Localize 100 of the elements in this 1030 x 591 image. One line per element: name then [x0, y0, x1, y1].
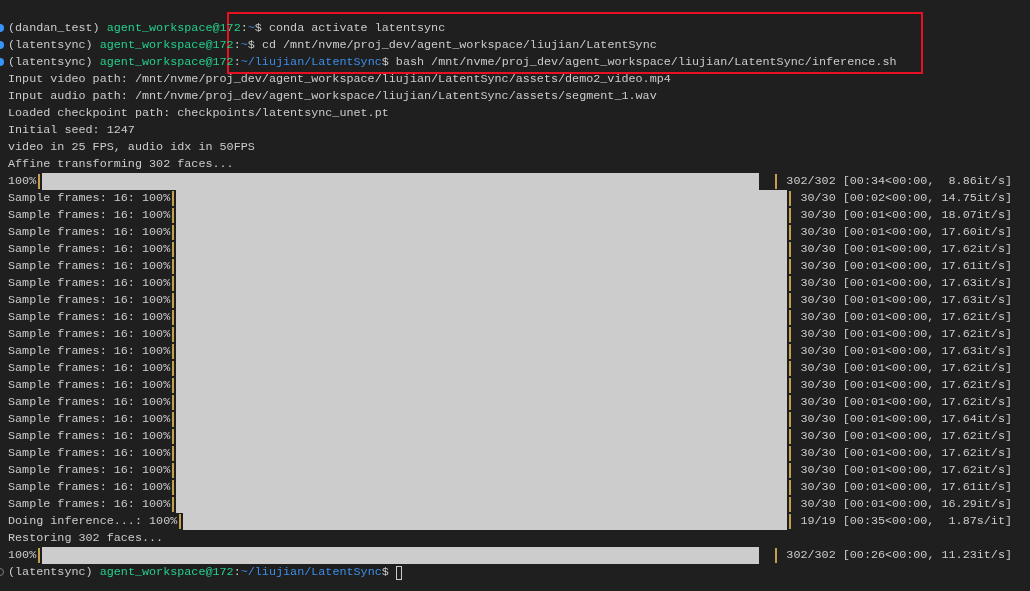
progress-label: Sample frames: 16: 100%: [8, 275, 171, 292]
bar-edge: [789, 446, 792, 461]
prompt-symbol: $: [381, 564, 389, 581]
bar-edge: [789, 310, 792, 325]
bar-edge: [789, 463, 792, 478]
bar-edge: [38, 174, 41, 189]
env-name: (latentsync): [8, 564, 93, 581]
progress-stats: 30/30 [00:01<00:00, 17.62it/s]: [800, 428, 1012, 445]
progress-stats: 19/19 [00:35<00:00, 1.87s/it]: [800, 513, 1012, 530]
bar-edge: [172, 429, 175, 444]
progress-stats: 30/30 [00:01<00:00, 17.61it/s]: [800, 479, 1012, 496]
progress-stats: 30/30 [00:01<00:00, 17.62it/s]: [800, 241, 1012, 258]
bar-edge: [172, 327, 175, 342]
progress-label: Sample frames: 16: 100%: [8, 394, 171, 411]
progress-label: Sample frames: 16: 100%: [8, 309, 171, 326]
progress-stats: 30/30 [00:01<00:00, 17.63it/s]: [800, 292, 1012, 309]
bar-edge: [789, 242, 792, 257]
bar-edge: [789, 361, 792, 376]
progress-stats: 30/30 [00:01<00:00, 17.64it/s]: [800, 411, 1012, 428]
bar-edge: [789, 395, 792, 410]
progress-stats: 30/30 [00:01<00:00, 17.62it/s]: [800, 462, 1012, 479]
prompt-separator: :: [240, 20, 248, 37]
bar-edge: [789, 276, 792, 291]
progress-label: Sample frames: 16: 100%: [8, 190, 171, 207]
progress-stats: 302/302 [00:34<00:00, 8.86it/s]: [786, 173, 1012, 190]
bar-edge: [775, 548, 778, 563]
progress-stats: 30/30 [00:02<00:00, 14.75it/s]: [800, 190, 1012, 207]
progress-label: Sample frames: 16: 100%: [8, 207, 171, 224]
progress-label: Sample frames: 16: 100%: [8, 462, 171, 479]
bar-edge: [789, 429, 792, 444]
bar-edge: [172, 293, 175, 308]
progress-stats: 30/30 [00:01<00:00, 17.62it/s]: [800, 309, 1012, 326]
output-text: Input video path: /mnt/nvme/proj_dev/agent_workspace/liujian/LatentSync/assets/demo2_video.mp4: [8, 71, 671, 88]
progress-label: Sample frames: 16: 100%: [8, 360, 171, 377]
bar-edge: [775, 174, 778, 189]
progress-stats: 30/30 [00:01<00:00, 17.61it/s]: [800, 258, 1012, 275]
bar-edge: [789, 344, 792, 359]
bar-edge: [172, 276, 175, 291]
output-text: Loaded checkpoint path: checkpoints/latentsync_unet.pt: [8, 105, 389, 122]
bar-edge: [172, 344, 175, 359]
bar-edge: [789, 412, 792, 427]
bar-edge: [172, 412, 175, 427]
env-name: (latentsync): [8, 37, 93, 54]
bar-edge: [172, 310, 175, 325]
output-text: Input audio path: /mnt/nvme/proj_dev/agent_workspace/liujian/LatentSync/assets/segment_1.wav: [8, 88, 657, 105]
progress-stats: 30/30 [00:01<00:00, 17.62it/s]: [800, 360, 1012, 377]
prompt-symbol: $: [247, 37, 255, 54]
progress-label: 100%: [8, 547, 37, 564]
progress-stats: 30/30 [00:01<00:00, 17.63it/s]: [800, 343, 1012, 360]
bar-edge: [789, 293, 792, 308]
bar-edge: [172, 191, 175, 206]
prompt-path: ~: [240, 37, 248, 54]
progress-stats: 30/30 [00:01<00:00, 17.62it/s]: [800, 445, 1012, 462]
bar-edge: [789, 191, 792, 206]
progress-label: Sample frames: 16: 100%: [8, 258, 171, 275]
bar-edge: [179, 514, 182, 529]
prompt-separator: :: [233, 37, 241, 54]
progress-label: Sample frames: 16: 100%: [8, 377, 171, 394]
progress-label: Sample frames: 16: 100%: [8, 411, 171, 428]
prompt-path: ~/liujian/LatentSync: [240, 54, 382, 71]
output-text: Affine transforming 302 faces...: [8, 156, 234, 173]
bar-edge: [789, 480, 792, 495]
progress-label: Sample frames: 16: 100%: [8, 428, 171, 445]
prompt-separator: :: [233, 54, 241, 71]
progress-stats: 30/30 [00:01<00:00, 17.60it/s]: [800, 224, 1012, 241]
prompt-symbol: $: [254, 20, 262, 37]
progress-label: Sample frames: 16: 100%: [8, 496, 171, 513]
bar-edge: [789, 259, 792, 274]
progress-stats: 30/30 [00:01<00:00, 17.62it/s]: [800, 377, 1012, 394]
output-text: Initial seed: 1247: [8, 122, 135, 139]
progress-label: Sample frames: 16: 100%: [8, 224, 171, 241]
bar-edge: [172, 259, 175, 274]
bar-edge: [172, 463, 175, 478]
prompt-symbol: $: [381, 54, 389, 71]
command-text: conda activate latentsync: [268, 20, 446, 37]
bar-edge: [789, 327, 792, 342]
progress-stats: 302/302 [00:26<00:00, 11.23it/s]: [786, 547, 1012, 564]
progress-stats: 30/30 [00:01<00:00, 17.62it/s]: [800, 326, 1012, 343]
progress-stats: 30/30 [00:01<00:00, 18.07it/s]: [800, 207, 1012, 224]
user-host: agent_workspace@172: [99, 564, 234, 581]
output-text: Restoring 302 faces...: [8, 530, 164, 547]
prompt-separator: :: [233, 564, 241, 581]
bar-edge: [789, 225, 792, 240]
command-text: cd /mnt/nvme/proj_dev/agent_workspace/liujian/LatentSync: [261, 37, 657, 54]
progress-label: Doing inference...: 100%: [8, 513, 178, 530]
progress-label: Sample frames: 16: 100%: [8, 479, 171, 496]
prompt-path: ~/liujian/LatentSync: [240, 564, 382, 581]
bar-edge: [789, 208, 792, 223]
progress-label: Sample frames: 16: 100%: [8, 343, 171, 360]
bar-edge: [172, 225, 175, 240]
bar-edge: [172, 480, 175, 495]
progress-label: Sample frames: 16: 100%: [8, 445, 171, 462]
progress-label: Sample frames: 16: 100%: [8, 326, 171, 343]
progress-stats: 30/30 [00:01<00:00, 17.63it/s]: [800, 275, 1012, 292]
progress-label: Sample frames: 16: 100%: [8, 292, 171, 309]
progress-stats: 30/30 [00:01<00:00, 17.62it/s]: [800, 394, 1012, 411]
bar-edge: [789, 378, 792, 393]
bar-edge: [789, 514, 792, 529]
bar-edge: [172, 378, 175, 393]
command-text: bash /mnt/nvme/proj_dev/agent_workspace/liujian/LatentSync/inference.sh: [395, 54, 897, 71]
